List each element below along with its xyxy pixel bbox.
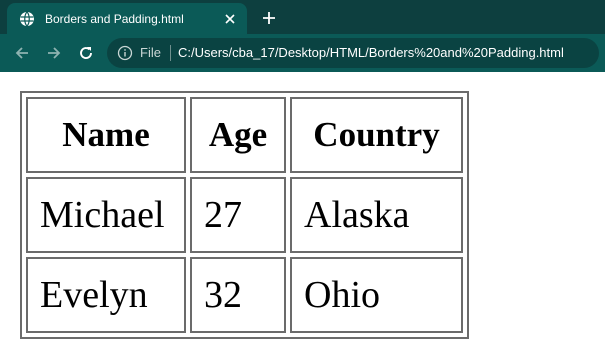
table-cell: 32 xyxy=(190,257,286,333)
globe-icon xyxy=(19,11,35,27)
new-tab-icon[interactable] xyxy=(258,8,280,28)
browser-toolbar: File C:/Users/cba_17/Desktop/HTML/Border… xyxy=(0,34,605,72)
reload-icon[interactable] xyxy=(76,43,96,63)
header-cell-name: Name xyxy=(26,97,186,173)
table-cell: Alaska xyxy=(290,177,463,253)
people-table: Name Age Country Michael 27 Alaska Evely… xyxy=(20,91,469,339)
tab-strip: Borders and Padding.html xyxy=(0,0,605,34)
table-cell: Michael xyxy=(26,177,186,253)
table-cell: 27 xyxy=(190,177,286,253)
table-header-row: Name Age Country xyxy=(26,97,463,173)
forward-arrow-icon[interactable] xyxy=(44,43,64,63)
table-row: Michael 27 Alaska xyxy=(26,177,463,253)
table-cell: Ohio xyxy=(290,257,463,333)
address-bar[interactable]: File C:/Users/cba_17/Desktop/HTML/Border… xyxy=(107,38,599,68)
security-label: File xyxy=(140,45,161,60)
back-arrow-icon[interactable] xyxy=(12,43,32,63)
close-tab-icon[interactable] xyxy=(221,10,239,28)
page-content: Name Age Country Michael 27 Alaska Evely… xyxy=(0,72,605,358)
url-text[interactable]: C:/Users/cba_17/Desktop/HTML/Borders%20a… xyxy=(178,45,564,61)
tab-title: Borders and Padding.html xyxy=(45,12,184,26)
header-cell-age: Age xyxy=(190,97,286,173)
browser-tab[interactable]: Borders and Padding.html xyxy=(7,3,247,34)
omnibox-divider xyxy=(170,45,171,61)
table-cell: Evelyn xyxy=(26,257,186,333)
table-row: Evelyn 32 Ohio xyxy=(26,257,463,333)
info-icon[interactable] xyxy=(117,45,133,61)
header-cell-country: Country xyxy=(290,97,463,173)
